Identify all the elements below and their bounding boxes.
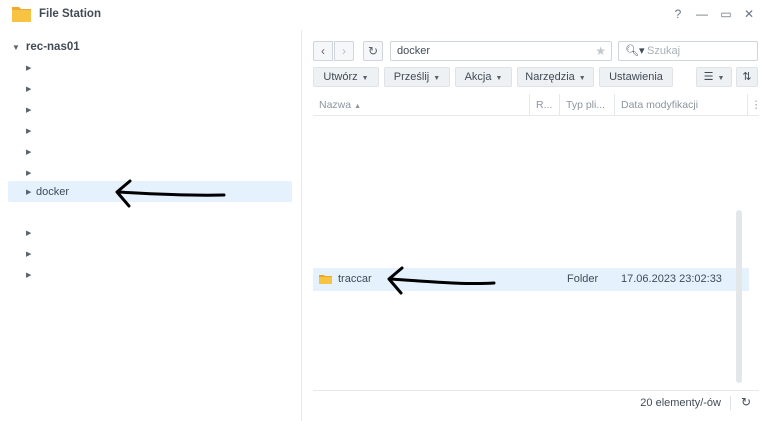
list-view-icon: ☰ [703,71,714,83]
action-button[interactable]: Akcja ▼ [455,67,512,87]
column-size[interactable]: R... [530,94,560,116]
column-modified-label: Data modyfikacji [621,99,699,111]
tools-label: Narzędzia [525,71,575,83]
annotation-arrow [115,179,226,208]
path-field[interactable]: docker ★ [390,41,612,61]
tree-item[interactable]: ▶ [8,99,292,120]
maximize-button[interactable]: ▭ [718,6,734,22]
tree-root-label: rec-nas01 [25,41,80,53]
dropdown-arrow-icon: ▼ [495,75,503,82]
back-button[interactable]: ‹ [313,41,333,61]
refresh-button[interactable]: ↻ [363,41,383,61]
dropdown-arrow-icon: ▼ [433,75,441,82]
file-station-app-icon [12,7,31,22]
column-size-label: R... [536,99,553,111]
settings-label: Ustawienia [609,71,663,83]
refresh-icon[interactable]: ↻ [741,395,751,409]
forward-button[interactable]: › [334,41,354,61]
column-menu-button[interactable]: ⋮ [748,94,759,116]
dropdown-arrow-icon: ▼ [717,75,725,82]
dropdown-arrow-icon: ▼ [361,75,369,82]
settings-button[interactable]: Ustawienia [599,67,673,87]
folder-icon [319,275,332,284]
search-icon[interactable]: 🔍︎▾ [625,42,645,60]
caret-right-icon[interactable]: ▶ [26,127,36,135]
item-count: 20 elementy/-ów [640,397,721,409]
star-icon[interactable]: ★ [595,42,606,60]
row-type: Folder [567,273,599,285]
window-title: File Station [39,8,101,20]
column-type-label: Typ pli... [566,99,606,111]
action-label: Akcja [464,71,492,83]
search-input[interactable]: 🔍︎▾ Szukaj [618,41,758,61]
column-name-label: Nazwa [319,99,352,111]
search-placeholder: Szukaj [647,45,681,57]
more-icon: ⋮ [751,99,759,111]
dropdown-arrow-icon: ▼ [578,75,586,82]
tree-item[interactable]: ▶ [8,222,292,243]
caret-right-icon[interactable]: ▶ [26,148,36,156]
caret-right-icon[interactable]: ▶ [26,85,36,93]
column-modified[interactable]: Data modyfikacji [615,94,748,116]
file-list-pane: ‹ › ↻ docker ★ 🔍︎▾ Szukaj Utwórz ▼ Prześl… [303,30,768,421]
minimize-button[interactable]: — [694,6,710,22]
view-mode-button[interactable]: ☰ ▼ [696,67,732,87]
path-text: docker [397,45,431,57]
close-button[interactable]: ✕ [741,6,757,22]
tree-root-node[interactable]: ▼ rec-nas01 [12,39,80,55]
grid-header: Nazwa ▲ R... Typ pli... Data modyfikacji … [313,94,759,116]
caret-right-icon[interactable]: ▶ [26,188,36,196]
status-bar: 20 elementy/-ów ↻ [313,390,759,414]
folder-tree-pane: ▼ rec-nas01 ▶ ▶ ▶ ▶ ▶ ▶ ▶ docker ▶ ▶ ▶ [0,30,302,421]
caret-right-icon[interactable]: ▶ [26,229,36,237]
create-button[interactable]: Utwórz ▼ [313,67,379,87]
tree-item[interactable]: ▶ [8,243,292,264]
tree-item[interactable]: ▶ [8,78,292,99]
annotation-arrow [387,266,496,295]
create-label: Utwórz [323,71,358,83]
sort-button[interactable]: ⇅ [736,67,758,87]
divider [730,396,731,410]
caret-right-icon[interactable]: ▶ [26,64,36,72]
table-row[interactable]: traccar Folder 17.06.2023 23:02:33 [313,268,749,291]
tree-item[interactable]: ▶ [8,120,292,141]
column-type[interactable]: Typ pli... [560,94,615,116]
tools-button[interactable]: Narzędzia ▼ [517,67,594,87]
row-modified: 17.06.2023 23:02:33 [621,273,722,285]
sort-asc-icon: ▲ [354,103,362,110]
upload-label: Prześlij [393,71,430,83]
tree-item[interactable]: ▶ [8,141,292,162]
title-bar: File Station ? — ▭ ✕ [0,0,768,30]
caret-right-icon[interactable]: ▶ [26,106,36,114]
tree-item-label: docker [36,185,70,198]
tree-item[interactable]: ▶ [8,264,292,285]
caret-down-icon[interactable]: ▼ [12,43,20,52]
column-name[interactable]: Nazwa ▲ [313,94,530,116]
caret-right-icon[interactable]: ▶ [26,250,36,258]
caret-right-icon[interactable]: ▶ [26,271,36,279]
tree-item[interactable]: ▶ [8,57,292,78]
sort-icon: ⇅ [742,71,752,83]
caret-right-icon[interactable]: ▶ [26,169,36,177]
help-button[interactable]: ? [670,6,686,22]
upload-button[interactable]: Prześlij ▼ [384,67,450,87]
vertical-scrollbar[interactable] [736,210,742,383]
row-name: traccar [338,273,372,285]
